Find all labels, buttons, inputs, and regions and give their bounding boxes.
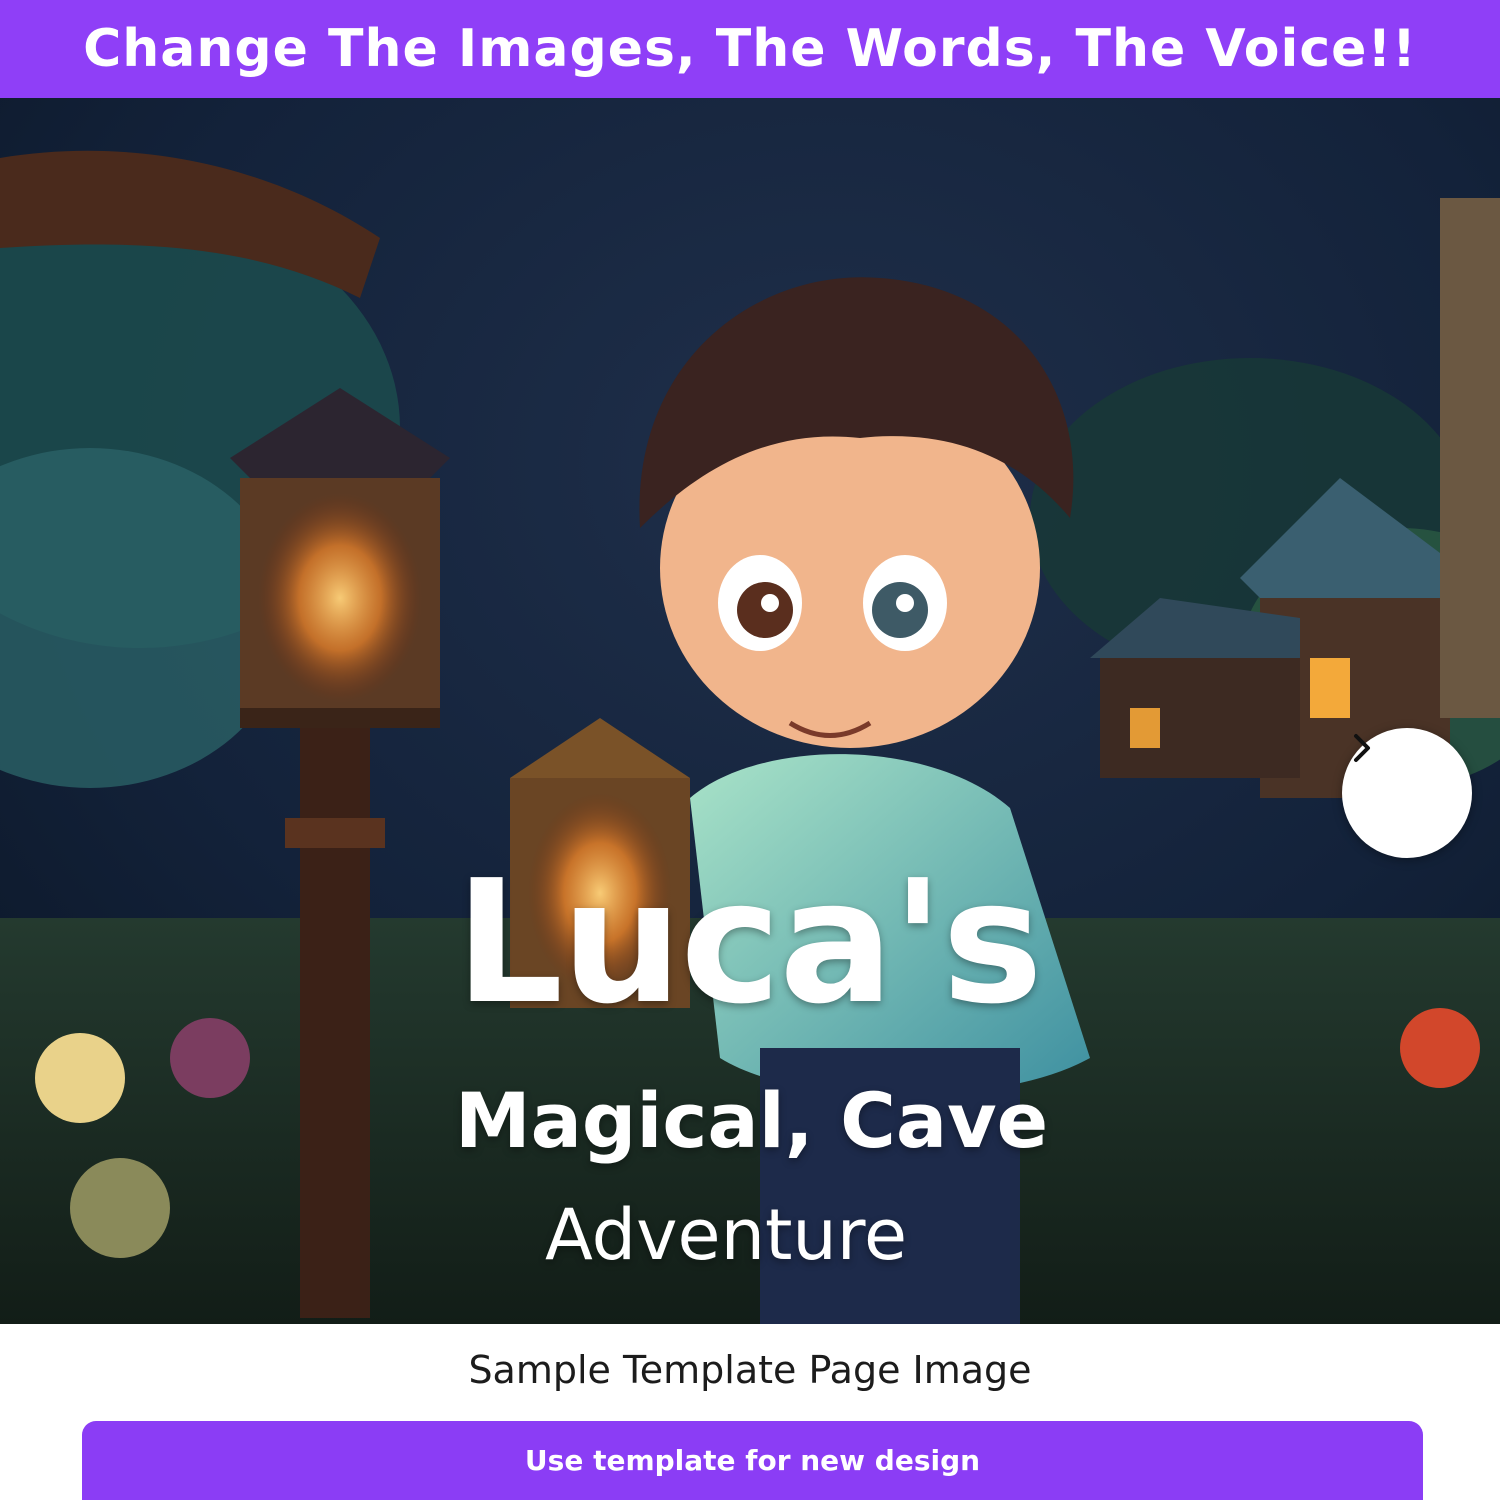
use-template-button-label: Use template for new design — [524, 1444, 981, 1477]
use-template-button[interactable]: Use template for new design — [82, 1421, 1423, 1500]
carousel-next-button[interactable] — [1342, 728, 1472, 858]
template-preview-image: Luca's Magical, Cave Adventure — [0, 98, 1500, 1324]
chevron-right-icon — [1354, 734, 1370, 762]
preview-caption: Sample Template Page Image — [468, 1348, 1032, 1392]
banner-text: Change The Images, The Words, The Voice!… — [83, 19, 1417, 79]
header-banner: Change The Images, The Words, The Voice!… — [0, 0, 1500, 98]
cover-illustration — [0, 98, 1500, 1324]
